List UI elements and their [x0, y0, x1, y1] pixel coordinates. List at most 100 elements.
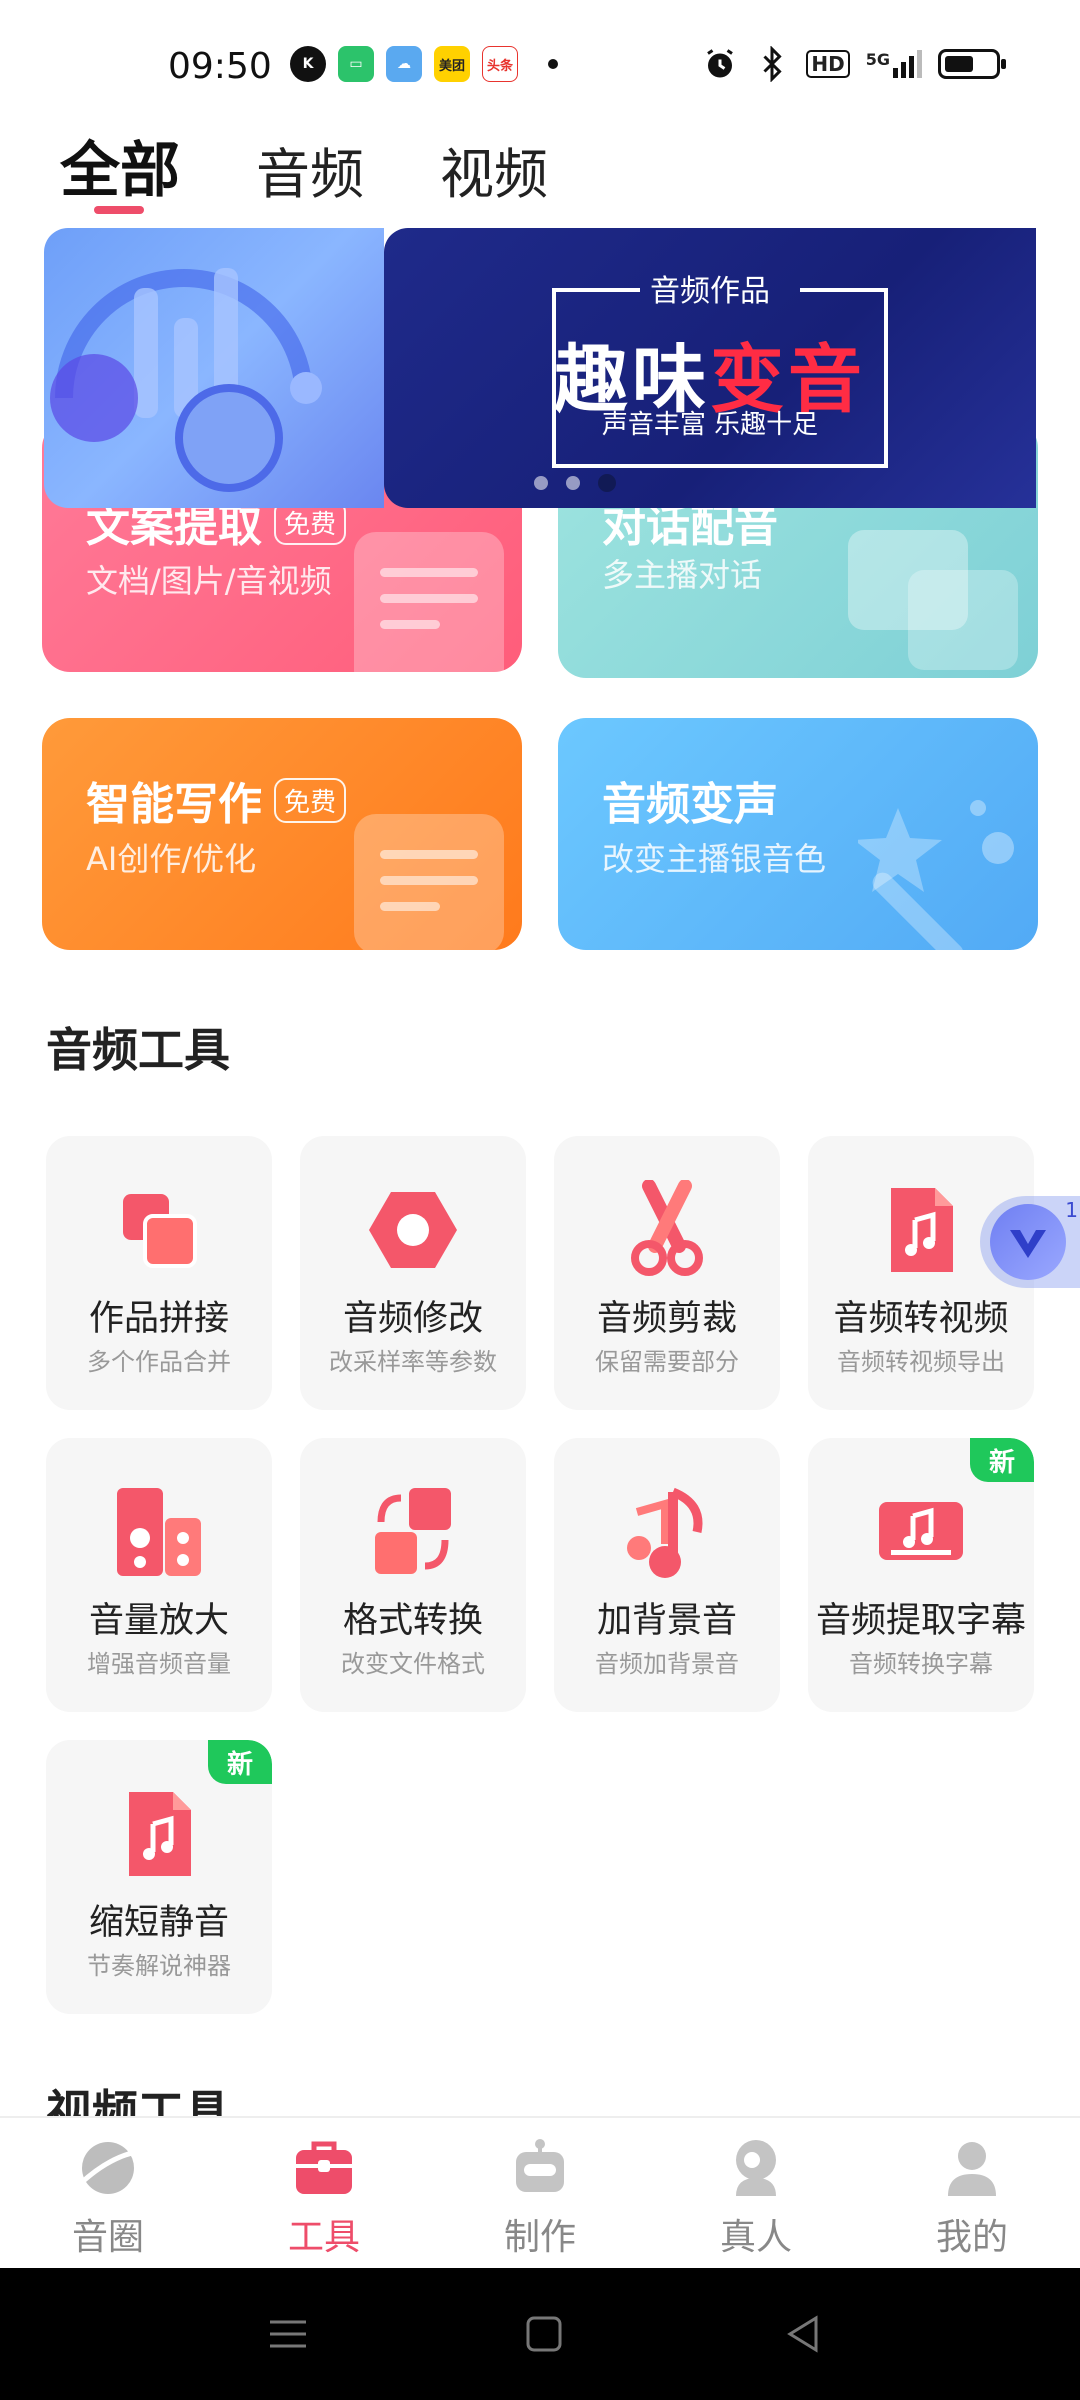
- tool-name: 作品拼接: [88, 1299, 229, 1339]
- tool-name: 音频提取字幕: [815, 1601, 1026, 1641]
- new-badge: 新: [970, 1438, 1034, 1482]
- tool-name: 音频剪裁: [596, 1299, 737, 1339]
- feature-card-smart-writing[interactable]: 智能写作 免费 AI创作/优化: [42, 718, 522, 950]
- tool-name: 音频转视频: [833, 1299, 1009, 1339]
- banner-prev-slide: [44, 228, 384, 508]
- free-badge: 免费: [274, 777, 347, 823]
- more-notifications-dot: [548, 59, 558, 69]
- feature-subtitle: 改变主播银音色: [602, 840, 827, 878]
- feature-subtitle: AI创作/优化: [86, 840, 257, 878]
- nav-item-real-person[interactable]: 真人: [686, 2134, 826, 2260]
- hexagon-settings-icon: [369, 1192, 457, 1268]
- toutiao-app-icon: 头条: [482, 46, 518, 82]
- nav-label: 真人: [719, 2217, 792, 2258]
- scissors-icon: [631, 1180, 703, 1276]
- alarm-icon: [707, 49, 734, 78]
- tool-audio-trim[interactable]: 音频剪裁 保留需要部分: [554, 1136, 780, 1410]
- k-app-icon: K: [290, 46, 326, 82]
- merge-icon: [123, 1194, 197, 1268]
- tool-name: 音频修改: [342, 1299, 483, 1339]
- person-headset-icon: [736, 2140, 776, 2196]
- magic-wand-icon: [858, 800, 1014, 950]
- tool-desc: 音频转换字幕: [849, 1650, 993, 1678]
- v-logo-icon: [990, 1204, 1066, 1280]
- back-icon[interactable]: [780, 2310, 828, 2358]
- tab-audio[interactable]: 音频: [256, 130, 364, 209]
- nav-label: 我的: [935, 2217, 1008, 2258]
- bluetooth-icon: [763, 46, 783, 82]
- chat-bubbles-icon: [848, 530, 1018, 670]
- robot-icon: [516, 2139, 564, 2192]
- tool-desc: 音频转视频导出: [837, 1348, 1005, 1376]
- toolbox-icon: [296, 2141, 352, 2194]
- status-time: 09:50: [168, 46, 272, 87]
- banner-top-text: 音频作品: [650, 274, 770, 309]
- system-navigation-bar: [0, 2268, 1080, 2400]
- nav-item-mine[interactable]: 我的: [902, 2134, 1042, 2260]
- banner-page-dots: [534, 474, 616, 492]
- hd-icon: HD: [806, 50, 850, 78]
- tool-name: 加背景音: [596, 1601, 737, 1641]
- home-icon[interactable]: [520, 2310, 568, 2358]
- category-tabs: 全部 音频 视频: [60, 122, 548, 209]
- tool-merge-works[interactable]: 作品拼接 多个作品合并: [46, 1136, 272, 1410]
- planet-icon: [78, 2142, 137, 2194]
- floating-count: 1: [1065, 1198, 1078, 1222]
- nav-label: 制作: [503, 2217, 576, 2258]
- battery-icon: [938, 49, 1006, 79]
- convert-icon: [375, 1488, 451, 1574]
- meituan-app-icon: 美团: [434, 46, 470, 82]
- promo-banner[interactable]: 音频作品 趣味变音 声音丰富 乐趣十足: [44, 228, 1036, 508]
- floating-assistant-button[interactable]: 1: [980, 1196, 1080, 1288]
- tool-format-convert[interactable]: 格式转换 改变文件格式: [300, 1438, 526, 1712]
- tool-shorten-silence[interactable]: 缩短静音 节奏解说神器 新: [46, 1740, 272, 2014]
- banner-subtitle: 声音丰富 乐趣十足: [601, 410, 819, 440]
- message-app-icon: ▭: [338, 46, 374, 82]
- tool-volume-boost[interactable]: 音量放大 增强音频音量: [46, 1438, 272, 1712]
- nav-label: 音圈: [71, 2217, 144, 2258]
- feature-title: 音频变声: [602, 779, 778, 830]
- cloud-app-icon: ☁: [386, 46, 422, 82]
- tool-desc: 增强音频音量: [87, 1650, 231, 1678]
- music-note-icon: [627, 1487, 703, 1578]
- banner-current-slide: 音频作品 趣味变音 声音丰富 乐趣十足: [384, 228, 1036, 508]
- tool-audio-modify[interactable]: 音频修改 改采样率等参数: [300, 1136, 526, 1410]
- tool-name: 音量放大: [88, 1601, 229, 1641]
- nav-item-tools[interactable]: 工具: [254, 2134, 394, 2260]
- bottom-navigation: 音圈 工具 制作 真人 我的: [0, 2116, 1080, 2268]
- nav-label: 工具: [287, 2217, 360, 2258]
- tool-desc: 音频加背景音: [595, 1650, 739, 1678]
- tool-add-background-music[interactable]: 加背景音 音频加背景音: [554, 1438, 780, 1712]
- section-title-audio-tools: 音频工具: [46, 1023, 230, 1077]
- status-bar: 09:50 K ▭ ☁ 美团 头条 HD 5G: [0, 0, 1080, 120]
- tab-video[interactable]: 视频: [440, 130, 548, 209]
- document-icon: [354, 814, 504, 950]
- subtitle-music-icon: [879, 1502, 963, 1560]
- tab-all[interactable]: 全部: [60, 122, 180, 209]
- tool-name: 格式转换: [342, 1601, 483, 1641]
- nav-item-make[interactable]: 制作: [470, 2134, 610, 2260]
- signal-icon: 5G: [866, 50, 922, 78]
- user-icon: [948, 2142, 996, 2196]
- tool-desc: 改采样率等参数: [329, 1348, 497, 1376]
- notification-icons: K ▭ ☁ 美团 头条: [290, 46, 558, 82]
- nav-item-yinquan[interactable]: 音圈: [38, 2134, 178, 2260]
- tool-name: 缩短静音: [88, 1903, 229, 1943]
- tool-desc: 改变文件格式: [341, 1650, 485, 1678]
- headphones-icon: [50, 268, 322, 492]
- tool-audio-extract-subtitles[interactable]: 音频提取字幕 音频转换字幕 新: [808, 1438, 1034, 1712]
- speaker-icon: [117, 1488, 201, 1576]
- feature-subtitle: 文档/图片/音视频: [86, 562, 332, 600]
- music-file-icon: [891, 1188, 953, 1272]
- menu-icon[interactable]: [264, 2310, 312, 2358]
- tool-desc: 多个作品合并: [87, 1348, 231, 1376]
- document-icon: [354, 532, 504, 672]
- new-badge: 新: [208, 1740, 272, 1784]
- tab-indicator: [94, 206, 144, 214]
- feature-title: 智能写作: [86, 779, 262, 830]
- music-file-icon: [129, 1792, 191, 1876]
- tool-desc: 节奏解说神器: [87, 1952, 231, 1980]
- feature-subtitle: 多主播对话: [602, 556, 763, 594]
- tool-desc: 保留需要部分: [595, 1348, 739, 1376]
- feature-card-voice-change[interactable]: 音频变声 改变主播银音色: [558, 718, 1038, 950]
